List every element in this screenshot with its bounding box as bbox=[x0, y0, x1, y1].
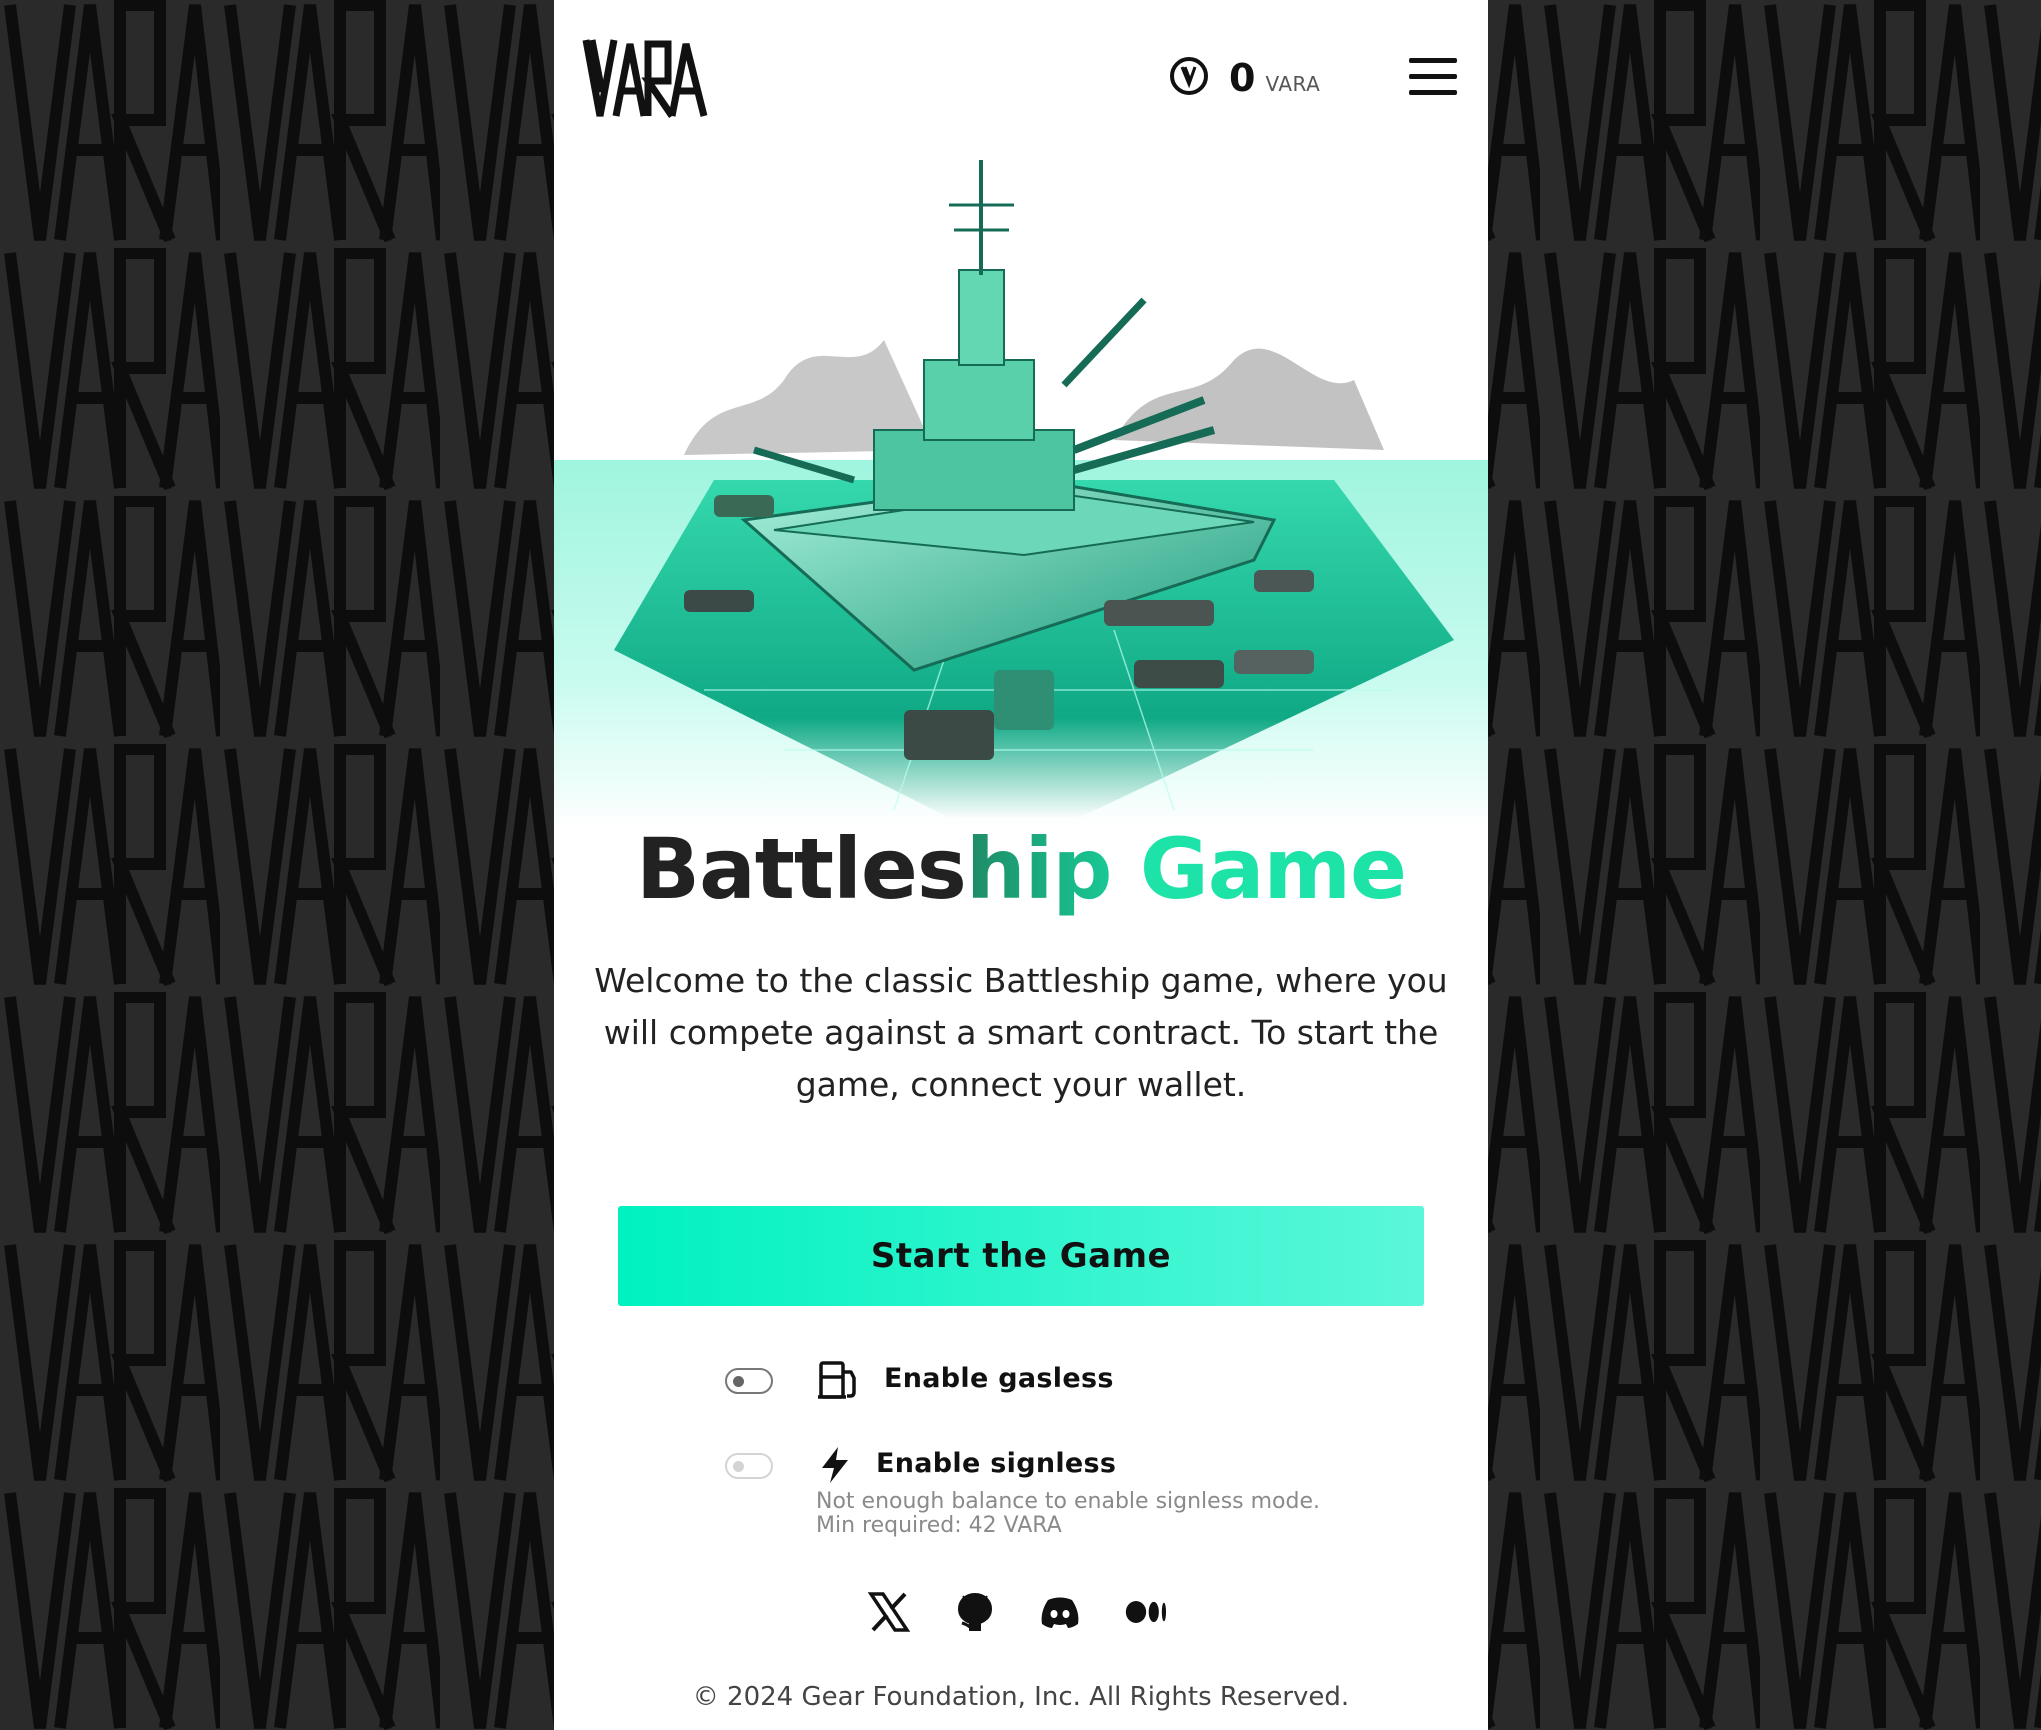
vara-coin-icon bbox=[1170, 57, 1208, 95]
battleship-illustration bbox=[554, 160, 1488, 830]
header: 0 VARA bbox=[554, 0, 1488, 150]
github-icon[interactable] bbox=[953, 1590, 997, 1634]
title-part-1: Battles bbox=[636, 820, 967, 918]
discord-icon[interactable] bbox=[1038, 1590, 1082, 1634]
signless-hint-line-1: Not enough balance to enable signless mo… bbox=[816, 1489, 1321, 1514]
main-panel: 0 VARA Battleship Game Welcome to the cl… bbox=[554, 0, 1488, 1730]
medium-icon[interactable] bbox=[1125, 1590, 1169, 1634]
title-part-2: hip bbox=[965, 820, 1113, 918]
page-title: Battleship Game bbox=[554, 820, 1488, 918]
signless-label[interactable]: Enable signless bbox=[876, 1448, 1116, 1479]
gasless-label[interactable]: Enable gasless bbox=[884, 1363, 1114, 1394]
signless-hint-line-2: Min required: 42 VARA bbox=[816, 1513, 1062, 1538]
lightning-icon bbox=[822, 1447, 848, 1483]
balance-amount: 0 bbox=[1229, 56, 1256, 100]
x-icon[interactable] bbox=[867, 1590, 911, 1634]
wallet-balance[interactable]: 0 VARA bbox=[1170, 56, 1321, 100]
toggle-knob bbox=[733, 1461, 744, 1472]
balance-unit: VARA bbox=[1265, 72, 1321, 96]
gasless-toggle[interactable] bbox=[725, 1368, 773, 1394]
gas-pump-icon bbox=[818, 1361, 856, 1399]
footer-copyright: © 2024 Gear Foundation, Inc. All Rights … bbox=[692, 1682, 1350, 1712]
vara-logo[interactable] bbox=[582, 36, 708, 120]
welcome-description: Welcome to the classic Battleship game, … bbox=[594, 961, 1448, 1104]
social-links bbox=[867, 1590, 1187, 1634]
signless-toggle[interactable] bbox=[725, 1453, 773, 1479]
start-game-button[interactable]: Start the Game bbox=[618, 1206, 1424, 1306]
hamburger-menu-icon[interactable] bbox=[1409, 56, 1459, 96]
toggle-knob bbox=[733, 1376, 744, 1387]
signless-hint: Not enough balance to enable signless mo… bbox=[816, 1490, 1320, 1538]
title-part-3: Game bbox=[1139, 820, 1407, 918]
